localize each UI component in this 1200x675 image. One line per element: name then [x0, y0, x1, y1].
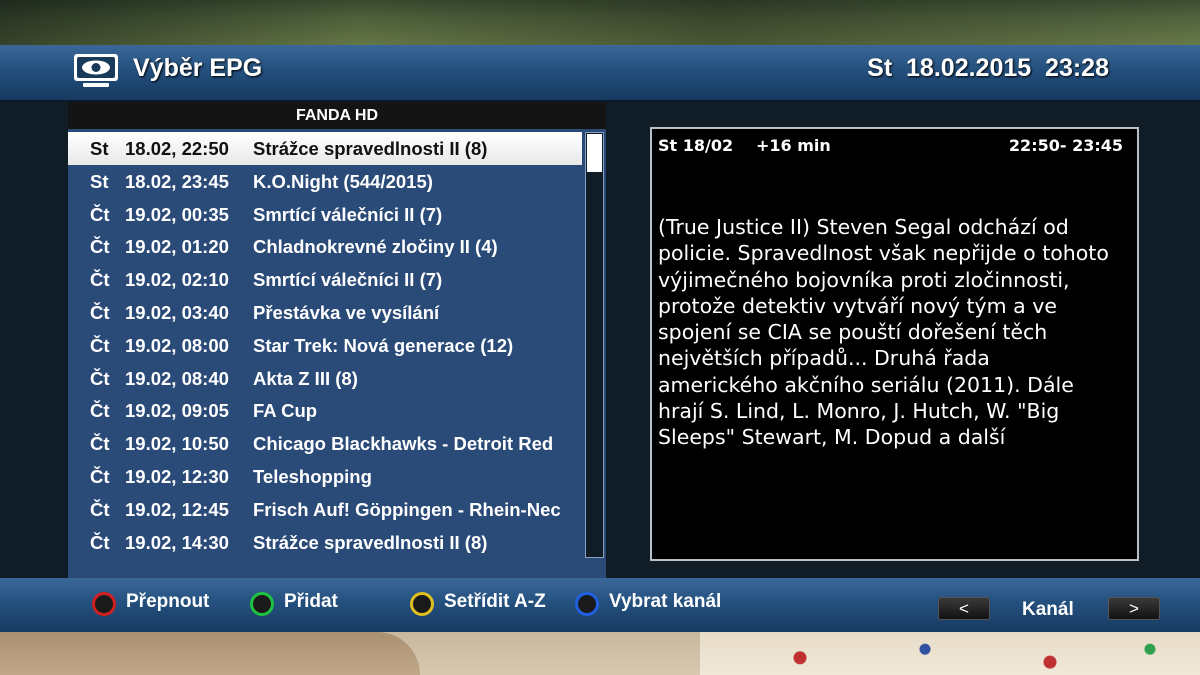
- program-row[interactable]: Čt 19.02, 01:20 Chladnokrevné zločiny II (…: [68, 230, 582, 263]
- background-video-bottom: [0, 632, 1200, 675]
- program-title: Frisch Auf! Göppingen - Rhein-Nec: [253, 498, 561, 520]
- current-datetime: St 18.02.2015 23:28: [867, 54, 1109, 82]
- program-datetime: 19.02, 12:45: [125, 498, 229, 520]
- program-day: St: [90, 170, 109, 192]
- program-title: Smrtící válečníci II (7): [253, 269, 443, 291]
- program-row[interactable]: Čt 19.02, 02:10 Smrtící válečníci II (7): [68, 263, 582, 296]
- description-line: Sleeps" Stewart, M. Dopud a další: [658, 425, 1006, 450]
- description-line: protože detektiv vytváří nový tým a ve: [658, 293, 1057, 318]
- program-datetime: 19.02, 02:10: [125, 269, 229, 291]
- program-description: (True Justice II) Steven Segal odchází o…: [658, 214, 1128, 451]
- program-title: Strážce spravedlnosti II (8): [253, 138, 488, 159]
- program-row[interactable]: Čt 19.02, 00:35 Smrtící válečníci II (7): [68, 198, 582, 231]
- detail-time-range: 22:50- 23:45: [1008, 136, 1123, 155]
- program-row[interactable]: Čt 19.02, 12:45 Frisch Auf! Göppingen - Rh…: [68, 493, 582, 526]
- program-title: K.O.Night (544/2015): [253, 170, 433, 192]
- content-area: FANDA HD St 18.02, 22:50 Strážce spravedln…: [0, 102, 1200, 578]
- program-row[interactable]: Čt 19.02, 10:50 Chicago Blackhawks - Detro…: [68, 427, 582, 460]
- program-row[interactable]: St 18.02, 22:50 Strážce spravedlnosti II (…: [68, 132, 582, 165]
- blue-button-icon: [575, 592, 599, 616]
- description-line: spojení se CIA se pouští dořešení těch: [658, 320, 1048, 345]
- green-button-icon: [250, 592, 274, 616]
- program-day: Čt: [90, 203, 110, 225]
- channel-nav-label: Kanál: [1022, 599, 1074, 620]
- program-day: Čt: [90, 269, 110, 291]
- program-row[interactable]: Čt 19.02, 12:30 Teleshopping: [68, 460, 582, 493]
- description-line: výjimečného bojovníka proti zločinnosti,: [658, 267, 1070, 292]
- program-title: Chicago Blackhawks - Detroit Red: [253, 433, 554, 455]
- program-day: St: [90, 138, 109, 159]
- red-button-icon: [92, 592, 116, 616]
- epg-window: Výběr EPG St 18.02.2015 23:28 FANDA HD S…: [0, 45, 1200, 632]
- program-datetime: 19.02, 08:00: [125, 334, 229, 356]
- program-datetime: 19.02, 10:50: [125, 433, 229, 455]
- program-datetime: 19.02, 01:20: [125, 236, 229, 258]
- program-row[interactable]: Čt 19.02, 08:00 Star Trek: Nová generace (…: [68, 329, 582, 362]
- program-day: Čt: [90, 498, 110, 520]
- program-datetime: 19.02, 09:05: [125, 400, 229, 422]
- program-day: Čt: [90, 433, 110, 455]
- program-list-panel: FANDA HD St 18.02, 22:50 Strážce spravedln…: [68, 102, 606, 578]
- description-line: amerického akčního seriálu (2011). Dále: [658, 372, 1074, 397]
- yellow-key-label: Setřídit A-Z: [444, 591, 546, 612]
- program-row[interactable]: Čt 19.02, 08:40 Akta Z III (8): [68, 362, 582, 395]
- program-list: St 18.02, 22:50 Strážce spravedlnosti II (…: [68, 132, 582, 558]
- prev-channel-button[interactable]: <: [938, 597, 990, 620]
- program-title: Star Trek: Nová generace (12): [253, 334, 514, 356]
- program-datetime: 19.02, 08:40: [125, 367, 229, 389]
- red-key-label: Přepnout: [126, 591, 210, 612]
- tv-icon: [74, 54, 118, 87]
- program-title: Přestávka ve vysílání: [253, 301, 440, 323]
- background-video-top: [0, 0, 1200, 45]
- program-title: Akta Z III (8): [253, 367, 358, 389]
- program-row[interactable]: St 18.02, 23:45 K.O.Night (544/2015): [68, 165, 582, 198]
- program-datetime: 18.02, 22:50: [125, 138, 229, 159]
- program-day: Čt: [90, 465, 110, 487]
- description-line: policie. Spravedlnost však nepřijde o to…: [658, 241, 1109, 266]
- program-title: Smrtící válečníci II (7): [253, 203, 443, 225]
- program-day: Čt: [90, 531, 110, 553]
- program-row[interactable]: Čt 19.02, 14:30 Strážce spravedlnosti II (…: [68, 526, 582, 559]
- detail-relative-time: +16 min: [756, 136, 831, 155]
- program-day: Čt: [90, 301, 110, 323]
- detail-day-date: St 18/02: [658, 136, 734, 155]
- program-detail-panel: St 18/02 +16 min 22:50- 23:45 (True Just…: [650, 127, 1139, 561]
- program-title: FA Cup: [253, 400, 318, 422]
- program-datetime: 19.02, 03:40: [125, 301, 229, 323]
- program-row[interactable]: Čt 19.02, 03:40 Přestávka ve vysílání: [68, 296, 582, 329]
- yellow-button-icon: [410, 592, 434, 616]
- green-key-label: Přidat: [284, 591, 338, 612]
- program-day: Čt: [90, 334, 110, 356]
- program-datetime: 18.02, 23:45: [125, 170, 229, 192]
- program-title: Chladnokrevné zločiny II (4): [253, 236, 498, 258]
- footer-bar: Přepnout Přidat Setřídit A-Z Vybrat kaná…: [0, 578, 1200, 632]
- header-bar: Výběr EPG St 18.02.2015 23:28: [0, 45, 1200, 102]
- description-line: hrají S. Lind, L. Monro, J. Hutch, W. "B…: [658, 399, 1060, 424]
- program-title: Strážce spravedlnosti II (8): [253, 531, 488, 553]
- program-datetime: 19.02, 14:30: [125, 531, 229, 553]
- program-day: Čt: [90, 400, 110, 422]
- description-line: největších případů... Druhá řada: [658, 346, 990, 371]
- list-scrollbar[interactable]: [585, 132, 604, 558]
- program-title: Teleshopping: [253, 465, 372, 487]
- blue-key-label: Vybrat kanál: [609, 591, 722, 612]
- scrollbar-thumb[interactable]: [587, 134, 602, 172]
- channel-name: FANDA HD: [68, 102, 606, 129]
- next-channel-button[interactable]: >: [1108, 597, 1160, 620]
- program-datetime: 19.02, 00:35: [125, 203, 229, 225]
- program-day: Čt: [90, 367, 110, 389]
- program-row[interactable]: Čt 19.02, 09:05 FA Cup: [68, 394, 582, 427]
- page-title: Výběr EPG: [133, 54, 263, 82]
- program-day: Čt: [90, 236, 110, 258]
- description-line: (True Justice II) Steven Segal odchází o…: [658, 215, 1069, 239]
- program-datetime: 19.02, 12:30: [125, 465, 229, 487]
